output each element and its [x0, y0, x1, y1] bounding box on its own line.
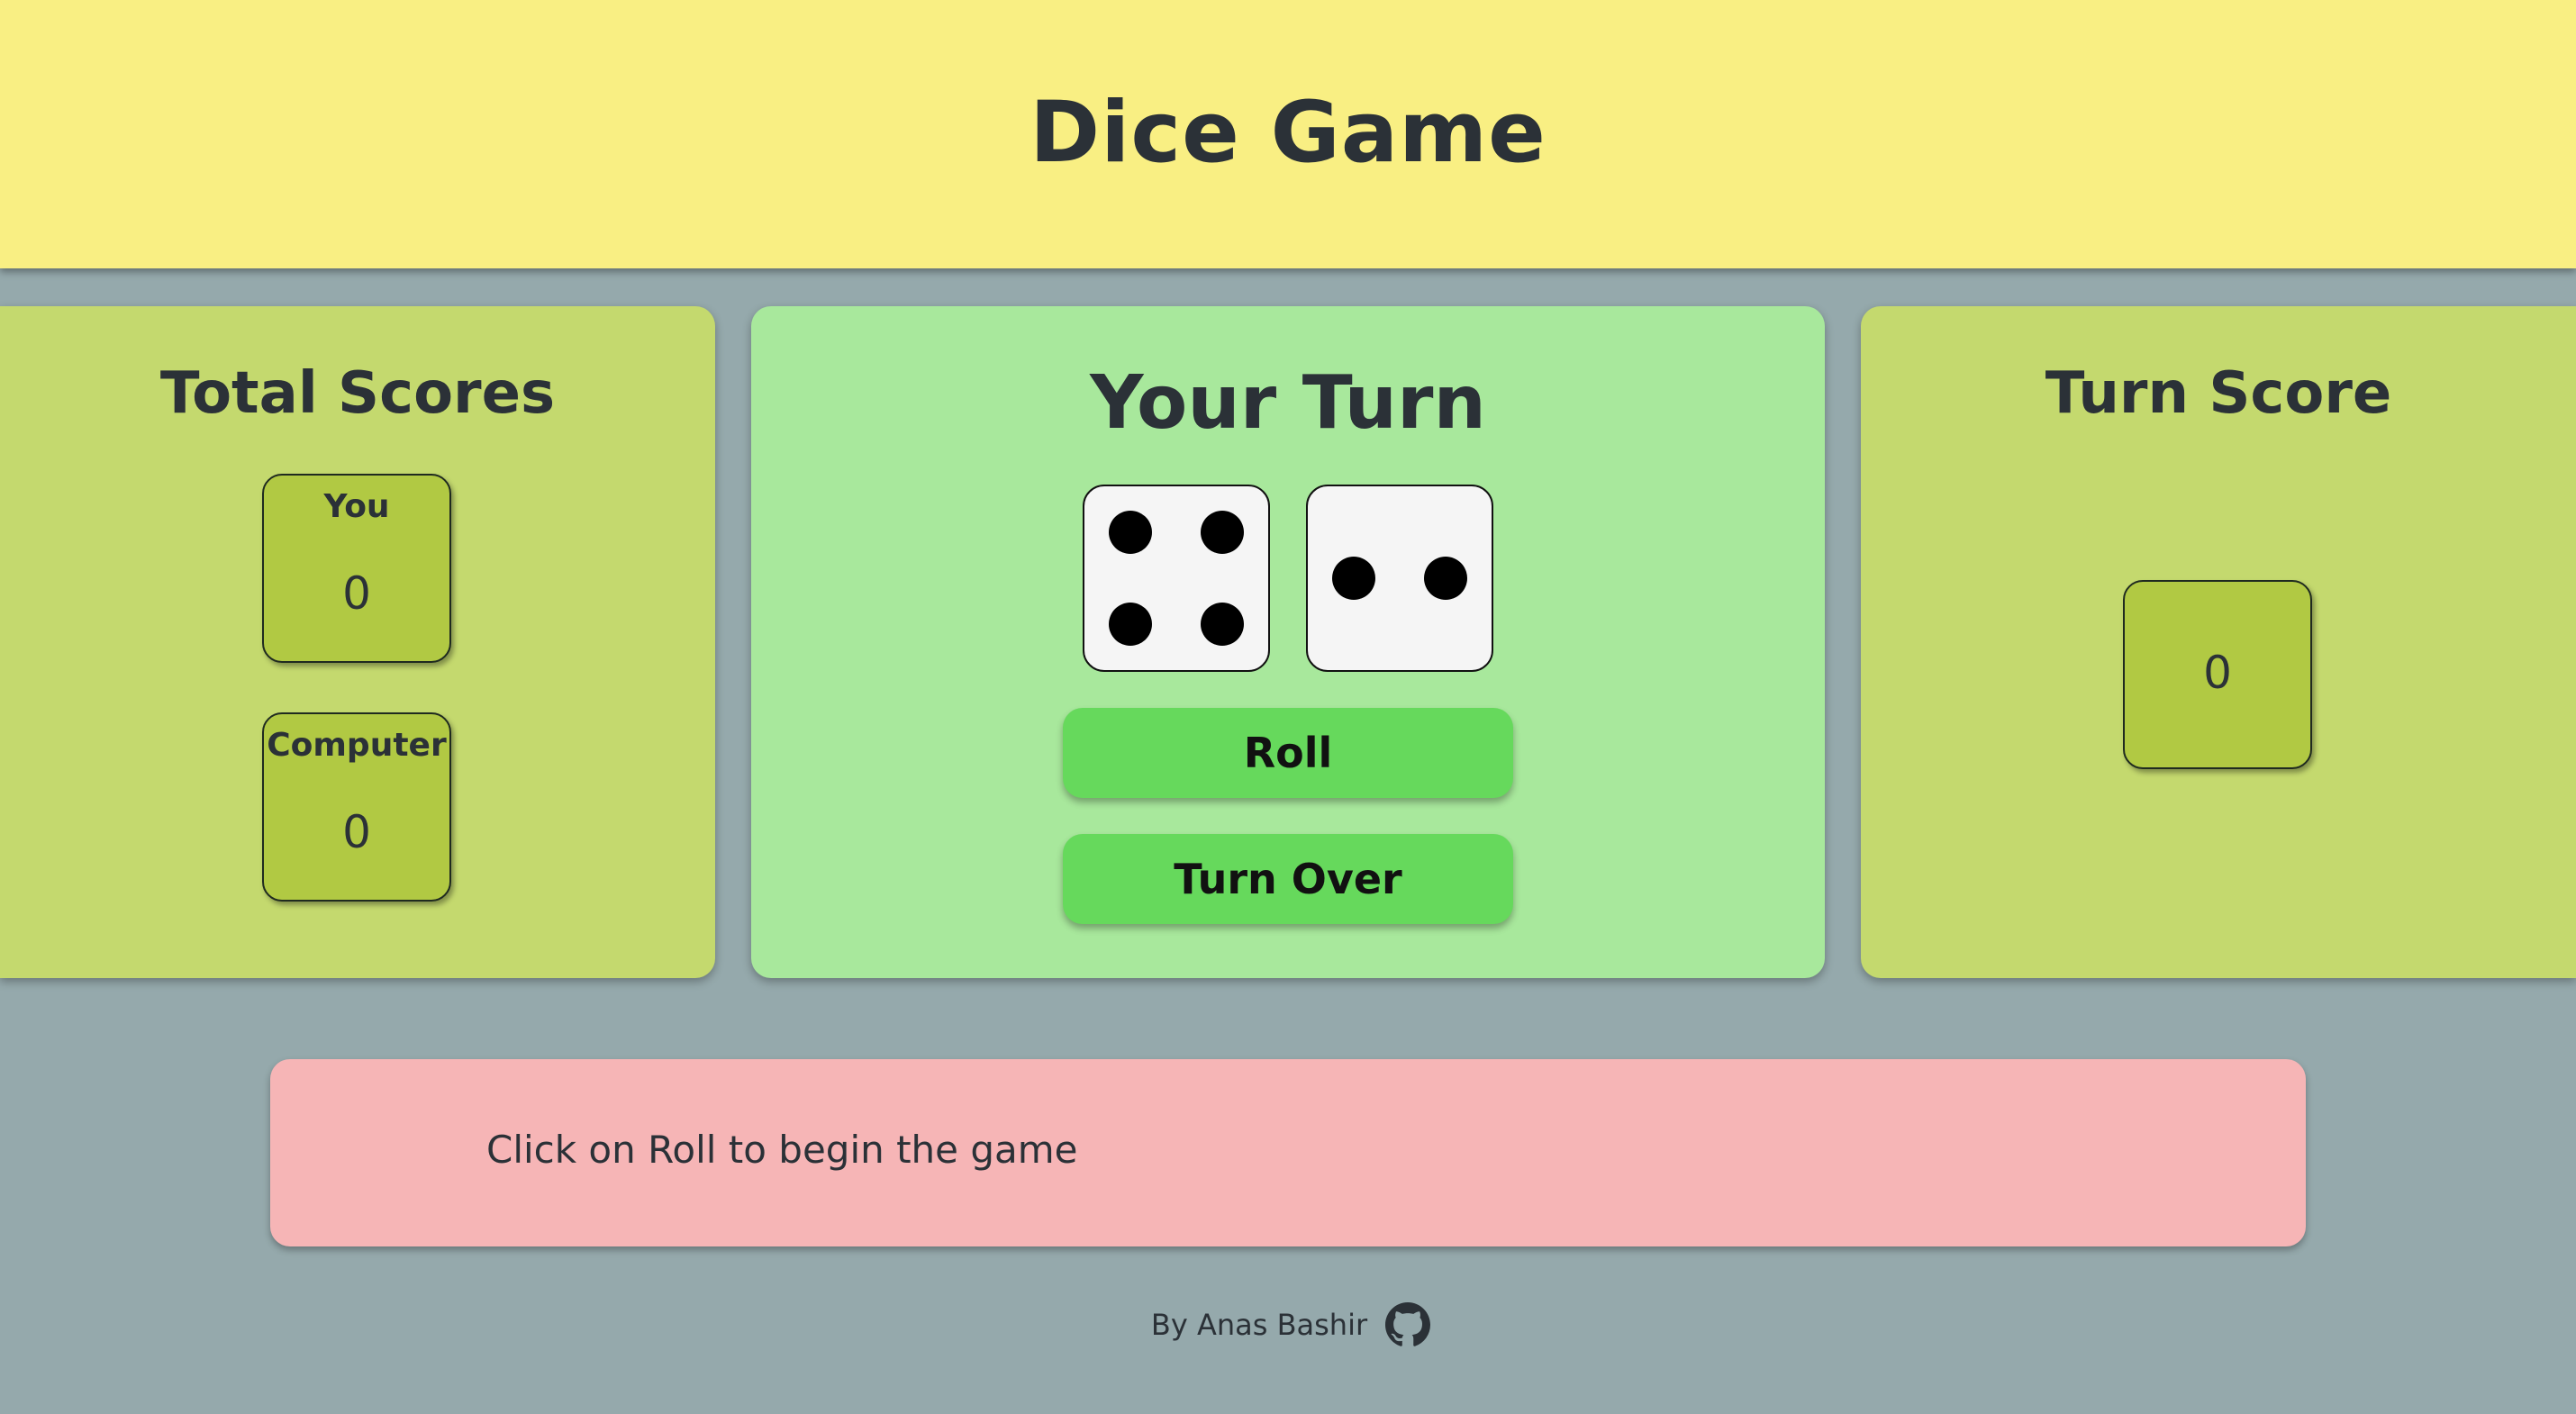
die-pip: [1424, 557, 1467, 600]
turn-score-box: 0: [2123, 580, 2312, 769]
message-box: Click on Roll to begin the game: [270, 1059, 2306, 1246]
turn-title: Your Turn: [1090, 360, 1486, 446]
turn-over-button[interactable]: Turn Over: [1063, 834, 1513, 924]
roll-button[interactable]: Roll: [1063, 708, 1513, 798]
turn-score-title: Turn Score: [2045, 360, 2392, 427]
die-two: [1306, 485, 1493, 672]
die-pip: [1109, 511, 1152, 554]
header: Dice Game: [0, 0, 2576, 268]
die-pip: [1109, 603, 1152, 646]
total-scores-title: Total Scores: [159, 360, 556, 427]
page-title: Dice Game: [1029, 83, 1547, 182]
computer-score-label: Computer: [267, 727, 447, 764]
computer-score-value: 0: [342, 806, 371, 858]
die-one: [1083, 485, 1270, 672]
die-pip: [1201, 511, 1244, 554]
total-scores-panel: Total Scores You 0 Computer 0: [0, 306, 715, 978]
message-text: Click on Roll to begin the game: [486, 1128, 1078, 1172]
footer-credit: By Anas Bashir: [1150, 1308, 1368, 1342]
player-score-box: You 0: [262, 474, 451, 663]
turn-panel: Your Turn Roll Turn Over: [751, 306, 1825, 978]
die-pip: [1201, 603, 1244, 646]
computer-score-box: Computer 0: [262, 712, 451, 902]
footer: By Anas Bashir: [0, 1302, 2576, 1347]
turn-score-panel: Turn Score 0: [1861, 306, 2576, 978]
player-score-value: 0: [342, 567, 371, 620]
player-score-label: You: [323, 488, 390, 525]
die-pip: [1332, 557, 1375, 600]
turn-score-value: 0: [2203, 647, 2232, 699]
github-icon[interactable]: [1385, 1302, 1431, 1347]
